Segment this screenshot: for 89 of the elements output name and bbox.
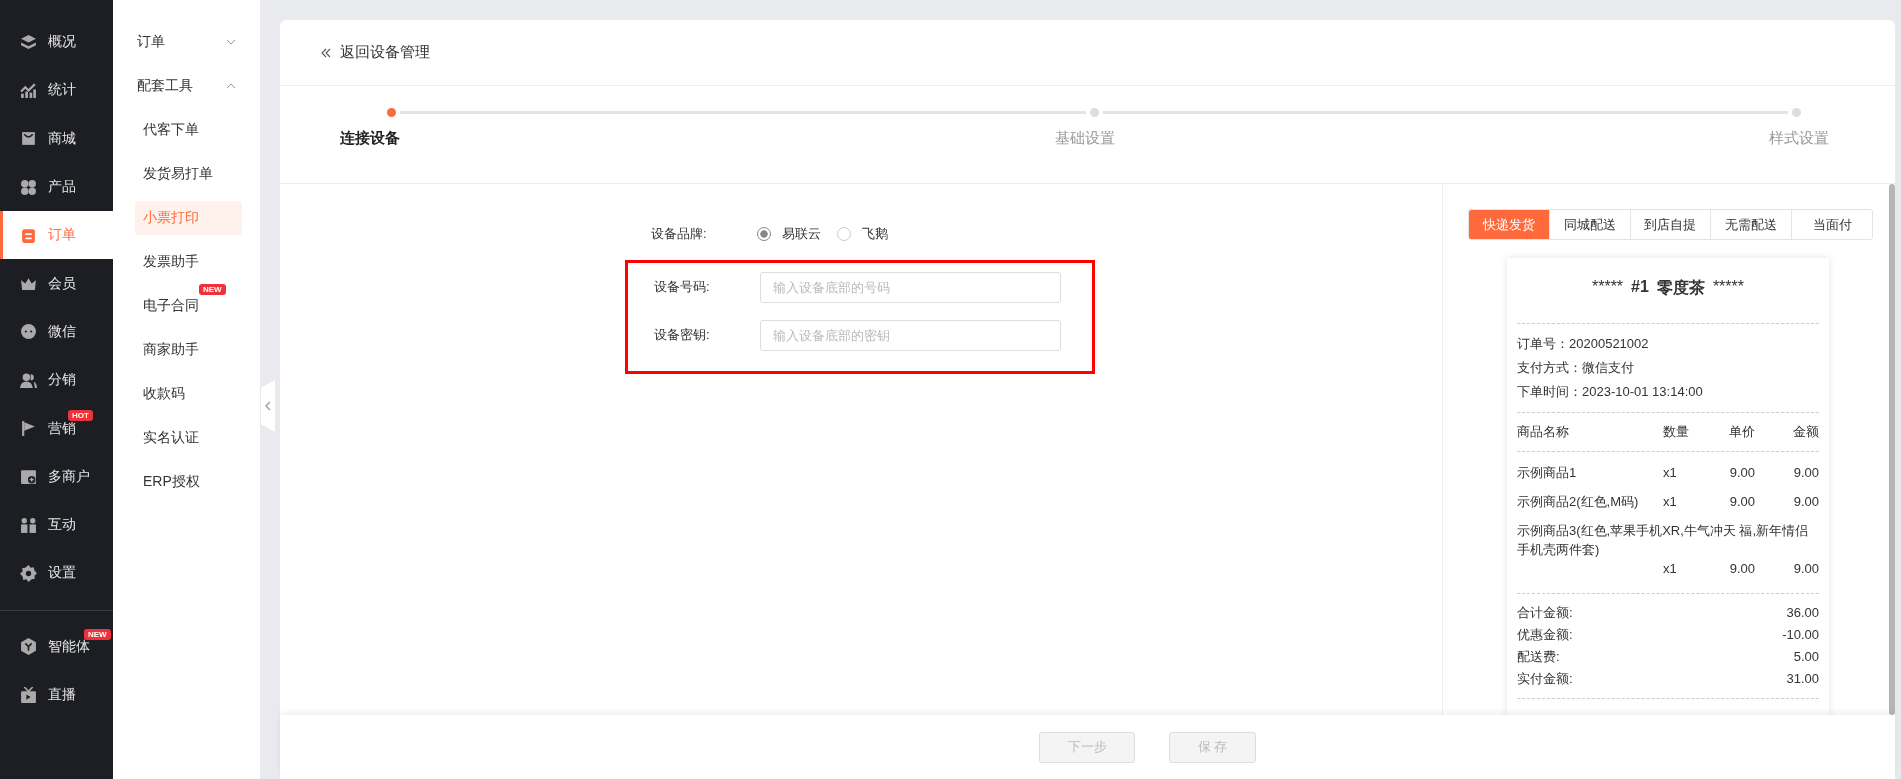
nav-icon bbox=[20, 33, 37, 51]
submenu-item[interactable]: 发票助手 bbox=[135, 252, 207, 272]
nav-icon bbox=[20, 81, 37, 99]
scrollbar[interactable] bbox=[1889, 184, 1895, 715]
badge: NEW bbox=[84, 628, 111, 640]
nav-icon bbox=[20, 371, 37, 389]
receipt-stars: ***** bbox=[1591, 278, 1624, 297]
nav-icon bbox=[20, 686, 37, 704]
submenu-item[interactable]: 收款码 bbox=[135, 384, 193, 404]
step-label: 连接设备 bbox=[340, 129, 400, 148]
nav-icon bbox=[20, 226, 37, 244]
receipt-text: 支付方式：微信支付 bbox=[1517, 359, 1635, 377]
nav-item[interactable]: 设置 bbox=[0, 549, 113, 598]
item-name: 示例商品2(红色,M码) bbox=[1517, 493, 1640, 511]
field-label: 设备号码: bbox=[653, 278, 711, 296]
submenu-group[interactable]: 配套工具 bbox=[113, 64, 260, 108]
column-header: 单价 bbox=[1728, 423, 1756, 441]
double-chevron-icon bbox=[320, 47, 332, 58]
nav-icon bbox=[20, 516, 37, 534]
item-name: 示例商品1 bbox=[1517, 464, 1578, 482]
nav-icon bbox=[20, 420, 37, 437]
item-qty: x1 bbox=[1663, 493, 1678, 511]
column-header: 数量 bbox=[1663, 423, 1690, 441]
step-label: 基础设置 bbox=[1054, 129, 1115, 148]
item-amount: 9.00 bbox=[1792, 560, 1819, 578]
item-price: 9.00 bbox=[1728, 493, 1756, 511]
back-link[interactable]: 返回设备管理 bbox=[320, 43, 430, 62]
delivery-tab[interactable]: 无需配送 bbox=[1710, 210, 1792, 239]
total-label: 配送费: bbox=[1517, 648, 1560, 666]
item-amount: 9.00 bbox=[1792, 464, 1819, 482]
item-name: 示例商品3(红色,苹果手机XR,牛气冲天 福,新年情侣手机壳两件套) bbox=[1517, 522, 1810, 559]
shop-name: 零度茶 bbox=[1656, 278, 1705, 298]
delivery-tab[interactable]: 当面付 bbox=[1791, 210, 1872, 239]
submenu-item[interactable]: 代客下单 bbox=[135, 120, 207, 140]
nav-item[interactable]: 微信 bbox=[0, 307, 113, 357]
submenu-item[interactable]: 商家助手 bbox=[135, 340, 207, 360]
total-value: 36.00 bbox=[1786, 604, 1819, 622]
badge: NEW bbox=[199, 284, 226, 295]
nav-item[interactable]: 会员 bbox=[0, 259, 113, 308]
item-qty: x1 bbox=[1663, 464, 1678, 482]
nav-item[interactable]: 互动 bbox=[0, 500, 113, 550]
item-price: 9.00 bbox=[1728, 464, 1756, 482]
nav-item[interactable]: 分销 bbox=[0, 356, 113, 405]
nav-icon bbox=[20, 130, 37, 148]
nav-icon bbox=[20, 178, 37, 196]
collapse-handle[interactable] bbox=[261, 380, 275, 432]
receipt-text: 订单号：20200521002 bbox=[1517, 335, 1650, 353]
input-field[interactable]: 输入设备底部的密钥 bbox=[760, 319, 1061, 351]
step-label: 样式设置 bbox=[1769, 129, 1829, 148]
nav-icon bbox=[20, 323, 37, 341]
order-number: #1 bbox=[1631, 278, 1649, 297]
total-value: 31.00 bbox=[1786, 670, 1819, 688]
field-label: 设备品牌: bbox=[650, 225, 708, 243]
nav-item[interactable]: HOT 营销 bbox=[0, 404, 113, 453]
badge: HOT bbox=[68, 410, 93, 422]
submenu-item[interactable]: 实名认证 bbox=[135, 428, 207, 448]
item-amount: 9.00 bbox=[1792, 493, 1819, 511]
nav-icon bbox=[20, 468, 37, 486]
total-value: 5.00 bbox=[1793, 648, 1819, 666]
column-header: 商品名称 bbox=[1517, 423, 1570, 441]
nav-icon bbox=[20, 564, 37, 582]
field-label: 设备密钥: bbox=[653, 326, 711, 344]
nav-icon bbox=[20, 638, 37, 656]
receipt-stars: ***** bbox=[1712, 278, 1745, 297]
total-label: 实付金额: bbox=[1517, 670, 1573, 688]
nav-item[interactable]: 商城 bbox=[0, 114, 113, 163]
nav-item[interactable]: NEW 智能体 bbox=[0, 622, 113, 671]
submenu-item[interactable]: 电子合同 bbox=[135, 296, 207, 316]
nav-icon bbox=[20, 275, 37, 293]
receipt-text: 下单时间：2023-10-01 13:14:00 bbox=[1517, 383, 1704, 401]
nav-item[interactable]: 概况 bbox=[0, 18, 113, 67]
submenu-item[interactable]: 发货易打单 bbox=[135, 164, 221, 184]
submenu-group[interactable]: 订单 bbox=[113, 20, 260, 64]
column-header: 金额 bbox=[1792, 423, 1819, 441]
radio-option[interactable]: 易联云 bbox=[757, 225, 821, 243]
item-qty: x1 bbox=[1663, 560, 1678, 578]
submenu-item[interactable]: ERP授权 bbox=[135, 472, 208, 492]
nav-item[interactable]: 多商户 bbox=[0, 452, 113, 501]
nav-item[interactable]: 统计 bbox=[0, 66, 113, 115]
delivery-tab[interactable]: 到店自提 bbox=[1629, 210, 1711, 239]
nav-item[interactable]: 直播 bbox=[0, 670, 113, 720]
nav-item[interactable]: 产品 bbox=[0, 162, 113, 212]
item-price: 9.00 bbox=[1728, 560, 1756, 578]
total-label: 优惠金额: bbox=[1517, 626, 1573, 644]
total-label: 合计金额: bbox=[1517, 604, 1573, 622]
radio-option[interactable]: 飞鹅 bbox=[837, 225, 888, 243]
input-field[interactable]: 输入设备底部的号码 bbox=[760, 271, 1061, 303]
delivery-tab[interactable]: 同城配送 bbox=[1548, 210, 1630, 239]
total-value: -10.00 bbox=[1782, 626, 1819, 644]
